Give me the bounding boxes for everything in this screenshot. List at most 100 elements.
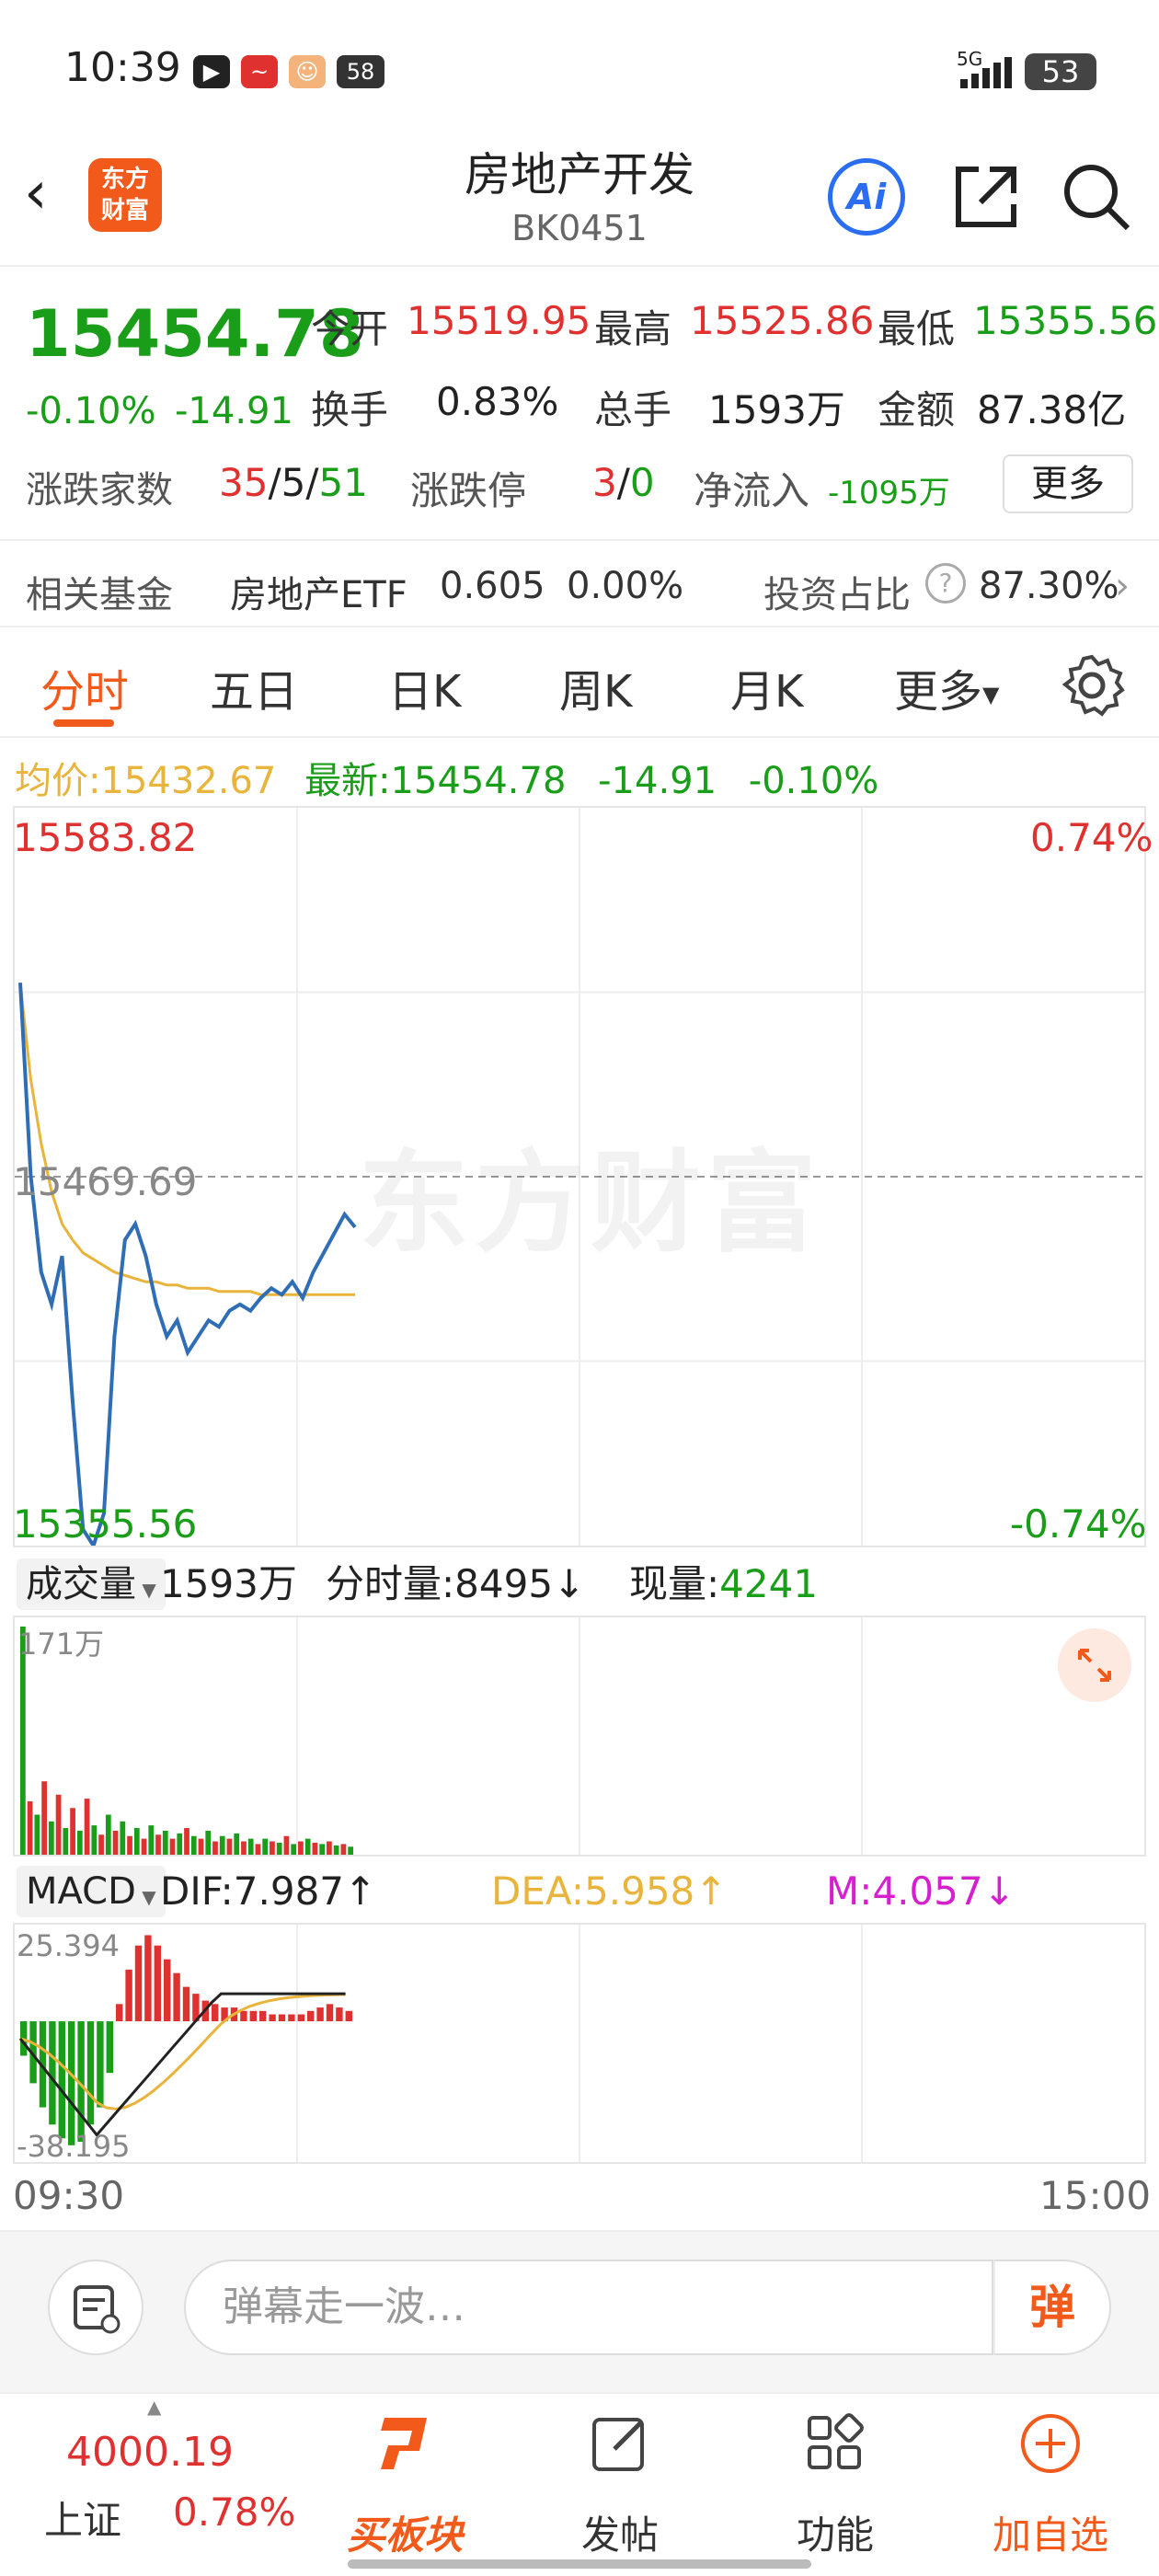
volume-bar [105, 1814, 111, 1855]
macd-bar [164, 1959, 171, 2022]
macd-bar [278, 2014, 286, 2022]
high-value: 15525.86 [690, 298, 875, 343]
y-max-label: 15583.82 [13, 815, 198, 860]
chevron-right-icon: › [1115, 565, 1130, 607]
volume-bar [55, 1794, 62, 1855]
more-button[interactable]: 更多 [1003, 454, 1133, 513]
volume-bar [234, 1833, 240, 1855]
buy-sector-icon [381, 2418, 427, 2469]
caret-up-icon: ▲ [147, 2396, 162, 2418]
macd-bar [316, 2007, 324, 2022]
m-value: M:4.057↓ [826, 1866, 1016, 1917]
tab-five-day[interactable]: 五日 [210, 655, 298, 719]
macd-bar [240, 2010, 247, 2022]
macd-indicator-select[interactable]: MACD ▼ [17, 1866, 166, 1917]
inflow-label: 净流入 [694, 468, 810, 513]
volume-bar [241, 1841, 247, 1855]
macd-bar [97, 2021, 104, 2108]
related-fund-row[interactable]: 相关基金 房地产ETF 0.605 0.00% 投资占比 ? 87.30% › [0, 539, 1159, 627]
macd-bar [116, 2004, 123, 2022]
volume-bar [162, 1830, 168, 1855]
index-ticker[interactable]: ▲ 4000.19 上证 0.78% [18, 2396, 295, 2558]
latest-pct: -0.10% [748, 760, 879, 802]
macd-bar [249, 2010, 257, 2022]
volume-bar [312, 1842, 318, 1855]
volume-select-label: 成交量 [26, 1563, 136, 1605]
separator: / [305, 460, 319, 505]
back-button[interactable]: ‹ [24, 156, 79, 230]
volume-bar [212, 1841, 218, 1855]
volume-bar [133, 1827, 140, 1855]
macd-bar [68, 2021, 75, 2145]
help-icon[interactable]: ? [925, 563, 966, 604]
nav-buy-sector[interactable]: 买板块 [313, 2401, 497, 2558]
macd-bar [269, 2014, 276, 2022]
tab-weekly-k[interactable]: 周K [559, 655, 632, 719]
status-bar: 10:39 ▶ ~ ☺ 58 5G 53 [0, 0, 1159, 138]
volume-canvas [20, 1617, 863, 1855]
fund-name: 房地产ETF [230, 574, 407, 616]
tab-indicator [53, 719, 114, 727]
volume-bar [348, 1846, 353, 1855]
volume-chart[interactable] [13, 1616, 1146, 1857]
breadth-label: 涨跌家数 [26, 469, 173, 512]
chart-tabs: 分时 五日 日K 周K 月K 更多▼ [0, 629, 1159, 738]
fund-label: 相关基金 [26, 574, 173, 616]
macd-bar [154, 1945, 161, 2022]
volume-indicator-select[interactable]: 成交量 ▼ [17, 1558, 166, 1610]
latest-value: 15454.78 [390, 760, 567, 802]
grid-icon [808, 2413, 864, 2469]
tab-more[interactable]: 更多▼ [894, 655, 999, 719]
arrow-up-icon: ↑ [344, 1869, 377, 1914]
danmu-toggle-button[interactable]: 弹 [993, 2260, 1111, 2355]
logo-line1: 东方 [100, 166, 149, 193]
macd-header: MACD ▼ DIF:7.987↑ DEA:5.958↑ M:4.057↓ [13, 1862, 1146, 1923]
gear-icon[interactable] [1058, 651, 1126, 719]
volume-bar [34, 1814, 40, 1855]
inflow-value: -1095万 [828, 475, 950, 512]
macd-max-label: 25.394 [17, 1928, 120, 1963]
dif-value: DIF:7.987↑ [160, 1866, 376, 1917]
dea-text: DEA:5.958 [491, 1869, 695, 1914]
macd-chart[interactable] [13, 1923, 1146, 2164]
arrow-up-icon: ↑ [694, 1869, 728, 1914]
tab-monthly-k[interactable]: 月K [730, 655, 803, 719]
ai-assistant-button[interactable]: Ai [828, 158, 905, 236]
volume-label: 总手 [594, 387, 672, 432]
nav-add-watchlist[interactable]: 加自选 [958, 2401, 1142, 2558]
volume-bar [91, 1825, 98, 1855]
amount-value: 87.38亿 [977, 387, 1127, 432]
macd-bar [288, 2014, 295, 2022]
volume-total: 1593万 [160, 1561, 297, 1606]
turnover-value: 0.83% [436, 379, 559, 424]
expand-icon[interactable] [1058, 1628, 1131, 1702]
volume-bar [283, 1835, 290, 1855]
volume-bar [333, 1845, 339, 1855]
nav-post[interactable]: 发帖 [528, 2401, 712, 2558]
macd-bar [49, 2021, 56, 2125]
change-value: -14.91 [175, 390, 293, 432]
tab-daily-k[interactable]: 日K [388, 655, 461, 719]
limit-label: 涨跌停 [410, 468, 527, 513]
search-icon[interactable] [1058, 158, 1135, 236]
volume-bar [304, 1838, 311, 1855]
macd-bar [345, 2010, 352, 2022]
volume-bar [41, 1781, 47, 1855]
tab-intraday[interactable]: 分时 [40, 655, 129, 719]
notes-icon[interactable] [48, 2260, 143, 2355]
volume-max-label: 171万 [18, 1627, 105, 1662]
bar-volume: 分时量:8495↓ [326, 1558, 585, 1610]
avg-value: 15432.67 [100, 760, 277, 802]
macd-bar [307, 2010, 315, 2022]
danmu-input[interactable]: 弹幕走一波… [184, 2260, 993, 2355]
macd-canvas [18, 1925, 863, 2162]
macd-bar [125, 1969, 132, 2022]
volume-bar [112, 1830, 119, 1855]
share-icon[interactable] [947, 158, 1025, 236]
divider [0, 265, 1159, 267]
macd-bar [336, 2007, 343, 2022]
page-title: 房地产开发 [465, 148, 694, 201]
macd-bar [86, 2021, 95, 2125]
nav-functions[interactable]: 功能 [743, 2401, 927, 2558]
up-count: 35 [219, 460, 269, 505]
